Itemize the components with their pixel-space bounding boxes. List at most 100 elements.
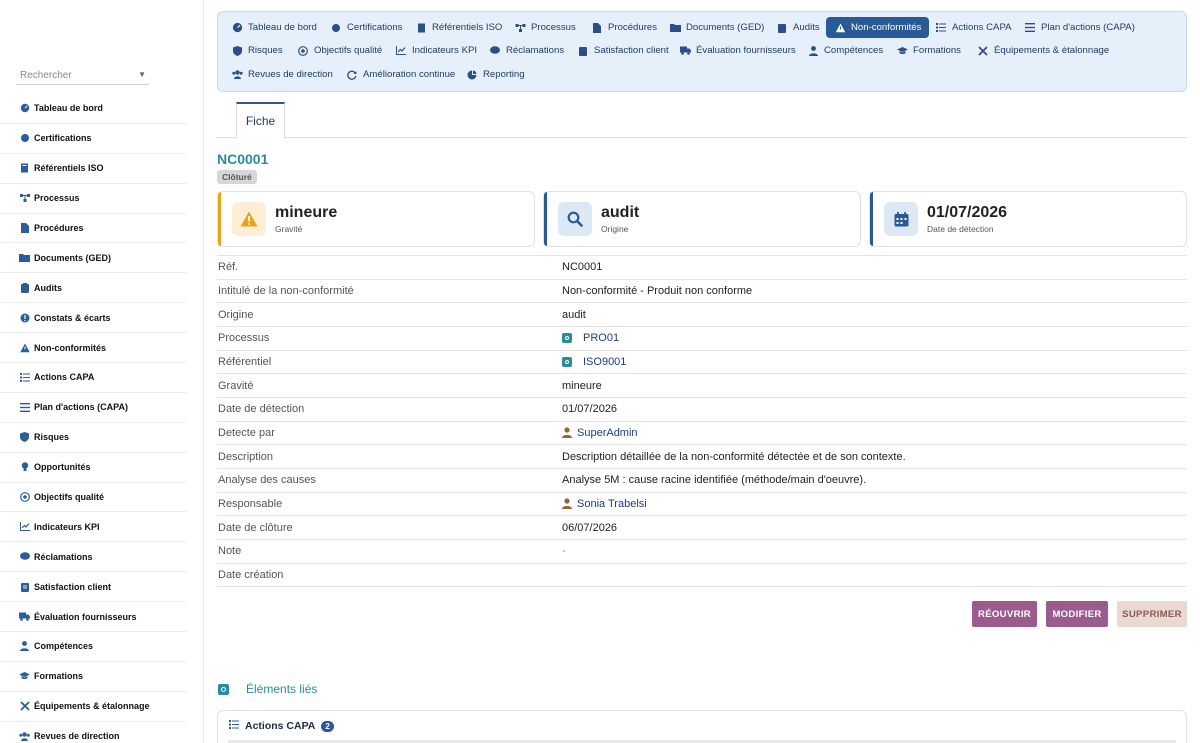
topnav-item-risques[interactable]: Risques xyxy=(231,40,283,61)
graduation-cap-icon xyxy=(19,671,30,682)
book-icon xyxy=(19,163,30,174)
sidebar-item-procedures[interactable]: Procédures xyxy=(0,214,186,244)
chevron-down-icon[interactable]: ▼ xyxy=(138,70,146,79)
sidebar-item-processus[interactable]: Processus xyxy=(0,184,186,214)
sidebar-item-constats[interactable]: Constats & écarts xyxy=(0,303,186,334)
topnav-item-audits[interactable]: Audits xyxy=(776,17,820,38)
user-icon xyxy=(562,427,572,439)
topnav-item-objectifs[interactable]: Objectifs qualité xyxy=(297,40,382,61)
sidebar-item-label: Revues de direction xyxy=(34,731,120,742)
book-icon xyxy=(415,22,427,34)
sitemap-icon xyxy=(19,193,30,204)
bars-icon xyxy=(1024,22,1036,34)
sidebar-item-certifications[interactable]: Certifications xyxy=(0,124,186,154)
sidebar-item-label: Certifications xyxy=(34,133,92,144)
sidebar-item-label: Processus xyxy=(34,193,80,204)
top-navigation: Tableau de bord Certifications Référenti… xyxy=(217,11,1187,92)
detail-row: Intitulé de la non-conformité Non-conform… xyxy=(217,280,1187,304)
graduation-cap-icon xyxy=(896,45,908,57)
topnav-item-equipements[interactable]: Équipements & étalonnage xyxy=(977,40,1109,61)
card-label: Gravité xyxy=(275,224,303,234)
capa-panel-header[interactable]: Actions CAPA 2 xyxy=(229,720,334,732)
topnav-item-formations[interactable]: Formations xyxy=(896,40,961,61)
topnav-item-referentiels-iso[interactable]: Référentiels ISO xyxy=(415,17,502,38)
topnav-label: Risques xyxy=(248,45,283,56)
sidebar-item-objectifs[interactable]: Objectifs qualité xyxy=(0,483,186,513)
sidebar-item-formations[interactable]: Formations xyxy=(0,662,186,692)
topnav-item-actions-capa[interactable]: Actions CAPA xyxy=(935,17,1012,38)
file-icon xyxy=(591,22,603,34)
sidebar-item-revues[interactable]: Revues de direction xyxy=(0,722,186,743)
sidebar-item-opportunites[interactable]: Opportunités xyxy=(0,453,186,483)
card-value: 01/07/2026 xyxy=(927,204,1008,221)
sidebar-item-satisfaction[interactable]: Satisfaction client xyxy=(0,572,186,603)
card-accent xyxy=(870,192,873,246)
tab-fiche[interactable]: Fiche xyxy=(236,102,285,139)
detail-key: Analyse des causes xyxy=(218,474,316,487)
sidebar-item-label: Tableau de bord xyxy=(34,103,103,114)
detail-key: Note xyxy=(218,545,242,558)
sidebar-item-label: Indicateurs KPI xyxy=(34,521,100,532)
sidebar-item-equipements[interactable]: Équipements & étalonnage xyxy=(0,692,186,722)
topnav-label: Réclamations xyxy=(506,45,565,56)
sidebar-item-label: Évaluation fournisseurs xyxy=(34,611,137,622)
sidebar-item-evaluation[interactable]: Évaluation fournisseurs xyxy=(0,602,186,633)
clipboard-check-icon xyxy=(577,45,589,57)
topnav-item-documents[interactable]: Documents (GED) xyxy=(669,17,764,38)
sidebar-item-audits[interactable]: Audits xyxy=(0,273,186,304)
topnav-item-satisfaction[interactable]: Satisfaction client xyxy=(577,40,669,61)
detail-value: Analyse 5M : cause racine identifiée (mé… xyxy=(562,474,867,487)
shield-icon xyxy=(19,432,30,443)
sidebar-item-plan-actions[interactable]: Plan d'actions (CAPA) xyxy=(0,393,186,423)
sidebar-item-label: Constats & écarts xyxy=(34,312,111,323)
topnav-item-amelioration[interactable]: Amélioration continue xyxy=(346,64,455,85)
sidebar-item-label: Plan d'actions (CAPA) xyxy=(34,402,128,413)
sidebar-item-reclamations[interactable]: Réclamations xyxy=(0,542,186,573)
topnav-item-processus[interactable]: Processus xyxy=(514,17,576,38)
list-icon xyxy=(19,372,30,383)
sitemap-icon xyxy=(514,22,526,34)
detail-key: Processus xyxy=(218,332,270,345)
sidebar-item-documents[interactable]: Documents (GED) xyxy=(0,243,186,274)
sidebar-item-tableau-de-bord[interactable]: Tableau de bord xyxy=(0,94,186,124)
topnav-item-indicateurs[interactable]: Indicateurs KPI xyxy=(395,40,477,61)
topnav-label: Équipements & étalonnage xyxy=(994,45,1110,56)
topnav-item-tableau-de-bord[interactable]: Tableau de bord xyxy=(231,17,317,38)
modify-button[interactable]: MODIFIER xyxy=(1046,601,1108,627)
reopen-button[interactable]: RÉOUVRIR xyxy=(972,601,1037,627)
topnav-item-competences[interactable]: Compétences xyxy=(807,40,883,61)
referential-link[interactable]: ISO9001 xyxy=(583,356,626,368)
topnav-item-reclamations[interactable]: Réclamations xyxy=(489,40,564,61)
link-badge-icon xyxy=(562,333,572,344)
topnav-item-certifications[interactable]: Certifications xyxy=(330,17,402,38)
sidebar-item-referentiels-iso[interactable]: Référentiels ISO xyxy=(0,154,186,184)
topnav-item-procedures[interactable]: Procédures xyxy=(591,17,657,38)
detail-value: NC0001 xyxy=(562,261,603,274)
process-link[interactable]: PRO01 xyxy=(583,332,619,344)
topnav-item-revues[interactable]: Revues de direction xyxy=(231,64,333,85)
sidebar-item-risques[interactable]: Risques xyxy=(0,423,186,453)
sidebar-item-indicateurs[interactable]: Indicateurs KPI xyxy=(0,512,186,543)
list-icon xyxy=(935,22,947,34)
card-value: mineure xyxy=(275,204,338,221)
sidebar-item-non-conformites[interactable]: Non-conformités xyxy=(0,333,186,364)
topnav-item-reporting[interactable]: Reporting xyxy=(466,64,525,85)
sidebar-item-competences[interactable]: Compétences xyxy=(0,632,186,662)
topnav-label: Procédures xyxy=(608,22,658,33)
topnav-item-evaluation[interactable]: Évaluation fournisseurs xyxy=(679,40,796,61)
detected-by-link[interactable]: SuperAdmin xyxy=(577,427,638,439)
delete-button[interactable]: SUPPRIMER xyxy=(1117,601,1187,627)
topnav-item-non-conformites[interactable]: Non-conformités xyxy=(826,17,930,38)
responsible-link[interactable]: Sonia Trabelsi xyxy=(577,498,647,510)
link-badge-icon xyxy=(218,683,229,695)
search-select[interactable]: Rechercher ▼ xyxy=(16,66,149,85)
capa-panel-title: Actions CAPA xyxy=(245,720,316,732)
lightbulb-icon xyxy=(19,462,30,473)
warning-icon xyxy=(19,342,30,353)
topnav-item-plan-actions[interactable]: Plan d'actions (CAPA) xyxy=(1024,17,1135,38)
topnav-label: Amélioration continue xyxy=(363,69,456,80)
detail-value: 01/07/2026 xyxy=(562,403,618,416)
sidebar-item-actions-capa[interactable]: Actions CAPA xyxy=(0,363,186,393)
gravity-card: mineure Gravité xyxy=(217,191,535,247)
card-value: audit xyxy=(601,204,640,221)
